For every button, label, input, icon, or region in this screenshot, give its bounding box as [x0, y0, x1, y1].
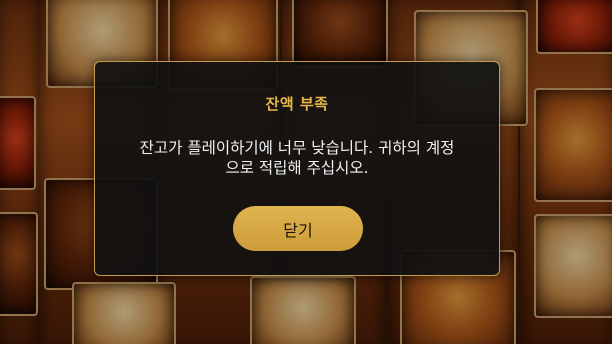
insufficient-balance-dialog: 잔액 부족 잔고가 플레이하기에 너무 낮습니다. 귀하의 계정 으로 적립해 … [94, 61, 500, 276]
dialog-message-line: 잔고가 플레이하기에 너무 낮습니다. 귀하의 계정 [139, 139, 455, 157]
dialog-message: 잔고가 플레이하기에 너무 낮습니다. 귀하의 계정 으로 적립해 주십시오. [125, 138, 469, 178]
close-button[interactable]: 닫기 [233, 206, 363, 251]
dialog-message-line: 으로 적립해 주십시오. [225, 159, 369, 177]
dialog-title: 잔액 부족 [265, 95, 329, 113]
